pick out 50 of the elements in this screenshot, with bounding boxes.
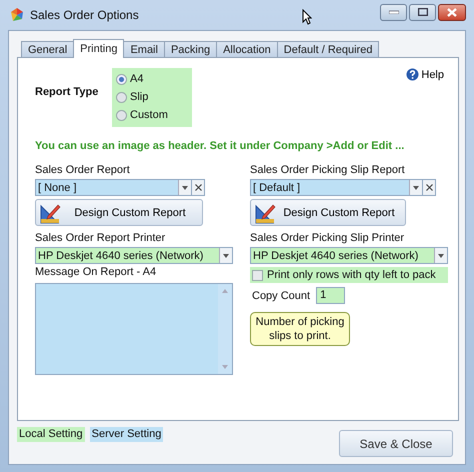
- radio-option[interactable]: Slip: [116, 89, 188, 105]
- report-dropdown[interactable]: [ Default ]: [250, 179, 423, 196]
- tab[interactable]: General: [21, 41, 74, 57]
- print-only-rows-checkbox[interactable]: Print only rows with qty left to pack: [250, 267, 448, 283]
- printer-label: Sales Order Picking Slip Printer: [250, 231, 406, 246]
- maximize-button[interactable]: [409, 4, 436, 20]
- radio-option[interactable]: A4: [116, 71, 188, 87]
- tooltip: Number of picking slips to print.: [250, 312, 350, 346]
- tab[interactable]: Default / Required: [276, 41, 380, 57]
- report-label: Sales Order Report: [35, 163, 131, 178]
- report-type-label: Report Type: [35, 86, 100, 98]
- report-label: Sales Order Picking Slip Report: [250, 163, 406, 178]
- dropdown-arrow-icon: [438, 254, 444, 258]
- legend-item: Local Setting: [17, 427, 85, 442]
- dropdown-arrow-icon: [223, 254, 229, 258]
- minimize-button[interactable]: [380, 4, 407, 20]
- header-hint: You can use an image as header. Set it under Company >Add or Edit ...: [35, 140, 406, 152]
- printer-label: Sales Order Report Printer: [35, 231, 166, 246]
- close-button[interactable]: [438, 4, 466, 20]
- maximize-icon: [418, 8, 428, 16]
- scroll-up-icon: [222, 289, 228, 293]
- printer-dropdown[interactable]: HP Deskjet 4640 series (Network): [250, 247, 448, 264]
- copy-count-label: Copy Count: [252, 290, 310, 302]
- close-icon: [447, 8, 457, 16]
- printer-dropdown[interactable]: HP Deskjet 4640 series (Network): [35, 247, 233, 264]
- message-label: Message On Report - A4: [35, 265, 158, 280]
- clear-button[interactable]: [423, 179, 436, 196]
- app-logo-icon: [9, 7, 25, 23]
- tab[interactable]: Email: [123, 41, 165, 57]
- save-close-button[interactable]: Save & Close: [339, 430, 453, 457]
- design-custom-report-button[interactable]: Design Custom Report: [35, 199, 203, 226]
- help-icon: [406, 68, 420, 81]
- radio-option[interactable]: Custom: [116, 107, 188, 123]
- clear-icon: [426, 184, 432, 191]
- dropdown-arrow-icon: [182, 186, 188, 190]
- help-button[interactable]: Help: [406, 68, 444, 81]
- design-custom-report-button[interactable]: Design Custom Report: [250, 199, 406, 226]
- report-dropdown[interactable]: [ None ]: [35, 179, 192, 196]
- clear-button[interactable]: [192, 179, 205, 196]
- clear-icon: [194, 184, 202, 191]
- window-title: Sales Order Options: [30, 8, 139, 22]
- dropdown-arrow-icon: [413, 186, 419, 190]
- scroll-down-icon: [222, 365, 228, 369]
- minimize-icon: [388, 10, 398, 14]
- legend-item: Server Setting: [90, 427, 164, 442]
- tab[interactable]: Packing: [164, 41, 218, 57]
- copy-count-field[interactable]: 1: [316, 287, 346, 304]
- cursor-icon: [302, 9, 312, 25]
- tab[interactable]: Printing: [73, 39, 124, 58]
- tab[interactable]: Allocation: [216, 41, 278, 57]
